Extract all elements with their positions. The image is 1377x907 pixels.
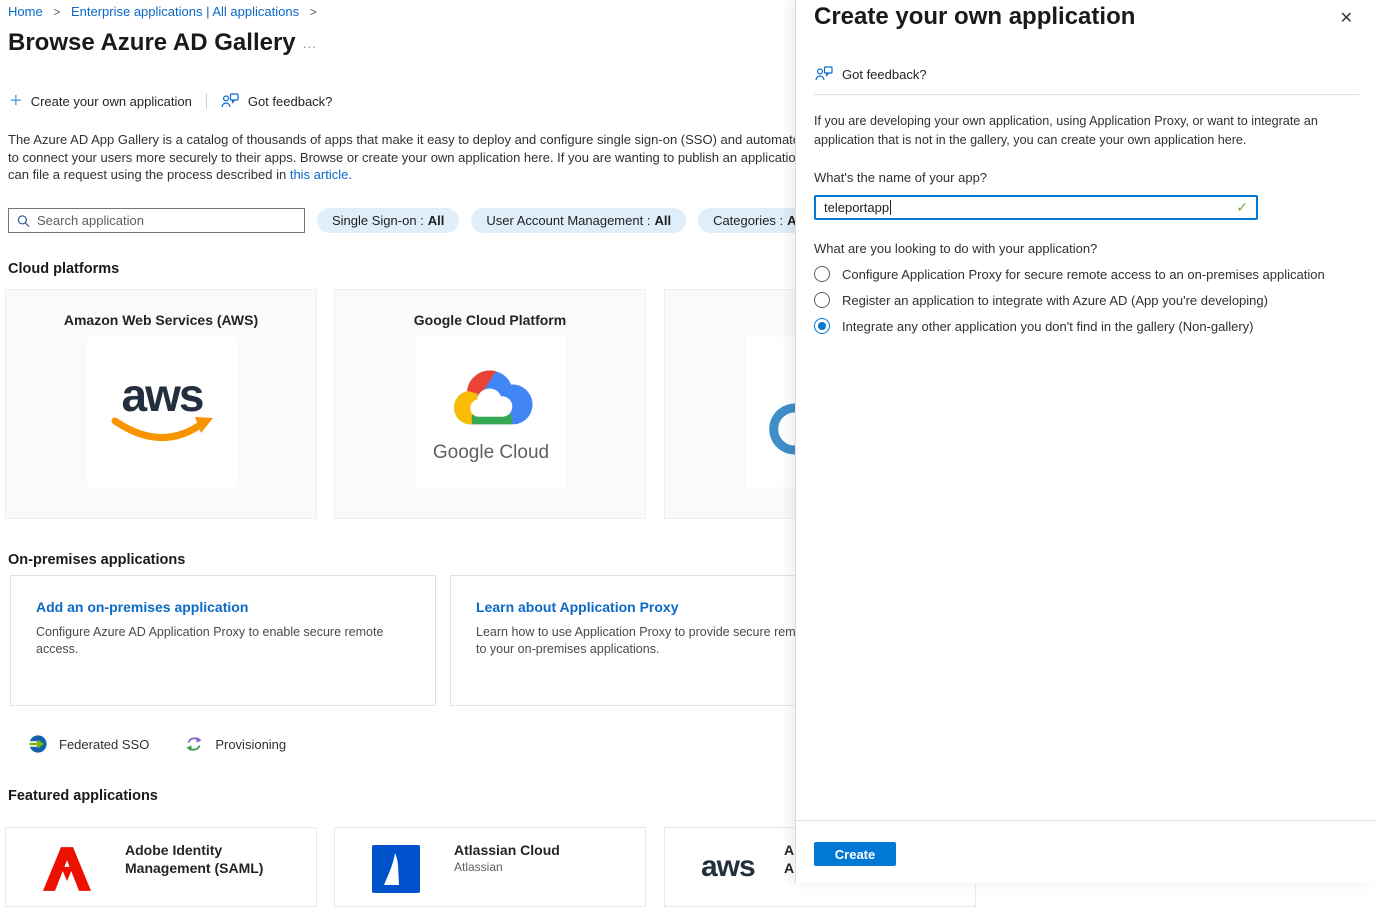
adobe-logo	[43, 845, 91, 893]
search-application-input[interactable]	[37, 213, 296, 228]
featured-applications-heading: Featured applications	[8, 788, 158, 804]
command-bar: + Create your own application Got feedba…	[10, 93, 332, 109]
breadcrumb-chevron-icon: >	[310, 5, 317, 19]
cloud-card-aws[interactable]: Amazon Web Services (AWS) aws	[5, 289, 317, 519]
create-your-own-application-panel: Create your own application ✕ Got feedba…	[795, 0, 1377, 883]
breadcrumb-home-link[interactable]: Home	[8, 4, 43, 19]
capability-legend: Federated SSO Provisioning	[28, 734, 286, 754]
option-register-application[interactable]: Register an application to integrate wit…	[814, 292, 1268, 308]
filter-single-sign-on[interactable]: Single Sign-on :All	[317, 208, 459, 233]
radio-selected-icon[interactable]	[814, 318, 830, 334]
purpose-label: What are you looking to do with your app…	[814, 241, 1097, 256]
featured-card-atlassian[interactable]: Atlassian Cloud Atlassian	[334, 827, 646, 907]
radio-unselected-icon[interactable]	[814, 266, 830, 282]
breadcrumb-enterprise-applications-link[interactable]: Enterprise applications | All applicatio…	[71, 4, 299, 19]
toolbar-divider	[206, 93, 207, 109]
google-cloud-logo: Google Cloud	[416, 337, 566, 487]
panel-footer: Create	[796, 820, 1377, 883]
app-name-input[interactable]: teleportapp ✓	[814, 195, 1258, 220]
feedback-person-icon	[221, 93, 239, 109]
page-title-more-icon[interactable]: ...	[303, 36, 317, 51]
panel-got-feedback-button[interactable]: Got feedback?	[815, 66, 927, 82]
add-on-premises-application-card[interactable]: Add an on-premises application Configure…	[10, 575, 436, 706]
radio-unselected-icon[interactable]	[814, 292, 830, 308]
search-application-box[interactable]	[8, 208, 305, 233]
atlassian-logo	[372, 845, 420, 893]
option-integrate-non-gallery[interactable]: Integrate any other application you don'…	[814, 318, 1254, 334]
this-article-link[interactable]: this article.	[290, 167, 352, 182]
option-configure-application-proxy[interactable]: Configure Application Proxy for secure r…	[814, 266, 1325, 282]
app-name-label: What's the name of your app?	[814, 170, 987, 185]
breadcrumb: Home > Enterprise applications | All app…	[8, 4, 324, 19]
on-premises-heading: On-premises applications	[8, 552, 185, 568]
aws-logo: aws	[87, 337, 237, 487]
breadcrumb-chevron-icon: >	[53, 5, 60, 19]
create-button[interactable]: Create	[814, 842, 896, 866]
google-cloud-icon	[443, 361, 539, 436]
aws-smile-icon	[107, 415, 217, 449]
featured-card-adobe[interactable]: Adobe Identity Management (SAML)	[5, 827, 317, 907]
aws-logo-small: aws	[701, 850, 755, 884]
app-name-value: teleportapp	[824, 200, 889, 215]
create-your-own-application-button[interactable]: + Create your own application	[10, 94, 192, 109]
panel-title: Create your own application	[814, 3, 1135, 31]
feedback-person-icon	[815, 66, 833, 82]
provisioning-icon	[184, 734, 204, 754]
cloud-card-google-cloud[interactable]: Google Cloud Platform Google Cloud	[334, 289, 646, 519]
close-icon[interactable]: ✕	[1340, 8, 1353, 28]
gallery-description: The Azure AD App Gallery is a catalog of…	[8, 131, 795, 184]
plus-icon: +	[10, 94, 22, 108]
page-title: Browse Azure AD Gallery	[8, 29, 296, 57]
cloud-platforms-heading: Cloud platforms	[8, 261, 119, 277]
text-caret	[890, 200, 891, 215]
panel-intro-text: If you are developing your own applicati…	[814, 112, 1318, 150]
search-icon	[17, 214, 30, 228]
valid-check-icon: ✓	[1236, 199, 1248, 216]
got-feedback-button[interactable]: Got feedback?	[221, 93, 333, 109]
filter-bar: Single Sign-on :All User Account Managem…	[8, 208, 819, 233]
filter-user-account-management[interactable]: User Account Management :All	[471, 208, 686, 233]
federated-sso-icon	[28, 734, 48, 754]
panel-divider	[814, 94, 1359, 95]
add-on-premises-application-link[interactable]: Add an on-premises application	[36, 599, 435, 615]
